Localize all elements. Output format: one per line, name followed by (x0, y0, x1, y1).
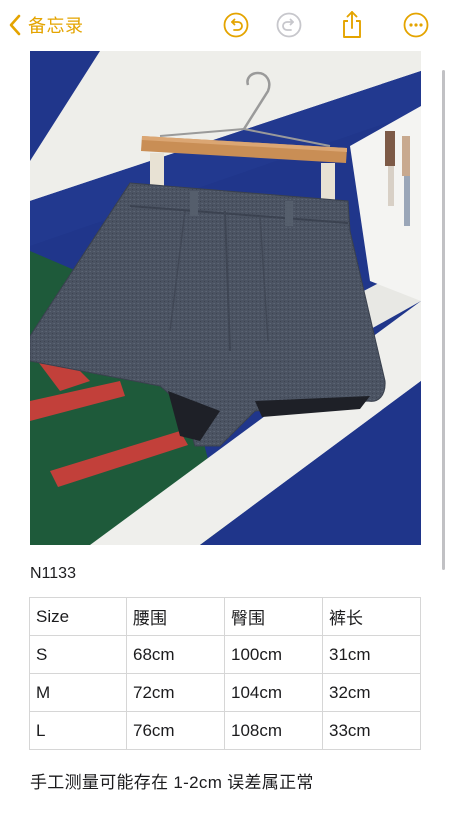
table-cell: L (29, 711, 127, 750)
table-cell: 76cm (126, 711, 225, 750)
product-photo (30, 51, 421, 545)
table-cell: M (29, 673, 127, 712)
product-code: N1133 (30, 565, 76, 582)
header-cell: 臀围 (224, 597, 323, 636)
table-cell: 100cm (224, 635, 323, 674)
size-table: Size 腰围 臀围 裤长 S 68cm 100cm 31cm M 72cm 1… (29, 597, 421, 750)
table-cell: 104cm (224, 673, 323, 712)
table-cell: S (29, 635, 127, 674)
share-button[interactable] (338, 11, 366, 39)
table-cell: 72cm (126, 673, 225, 712)
navigation-bar: 备忘录 (0, 0, 450, 50)
table-cell: 108cm (224, 711, 323, 750)
scrollbar[interactable] (442, 70, 445, 570)
table-cell: 31cm (322, 635, 421, 674)
table-cell: 68cm (126, 635, 225, 674)
table-cell: 33cm (322, 711, 421, 750)
redo-icon (276, 12, 302, 38)
table-header-row: Size 腰围 臀围 裤长 (29, 597, 421, 636)
table-row: M 72cm 104cm 32cm (29, 673, 421, 712)
back-label: 备忘录 (28, 16, 84, 36)
measurement-note: 手工测量可能存在 1-2cm 误差属正常 (30, 773, 314, 792)
header-cell: 裤长 (322, 597, 421, 636)
more-button[interactable] (402, 11, 430, 39)
undo-icon (223, 12, 249, 38)
back-button[interactable]: 备忘录 (8, 10, 84, 40)
undo-button[interactable] (222, 11, 250, 39)
table-row: L 76cm 108cm 33cm (29, 711, 421, 750)
header-cell: Size (29, 597, 127, 636)
table-cell: 32cm (322, 673, 421, 712)
header-cell: 腰围 (126, 597, 225, 636)
redo-button[interactable] (275, 11, 303, 39)
chevron-left-icon (9, 14, 21, 36)
share-icon (343, 11, 361, 38)
more-icon (403, 12, 429, 38)
table-row: S 68cm 100cm 31cm (29, 635, 421, 674)
